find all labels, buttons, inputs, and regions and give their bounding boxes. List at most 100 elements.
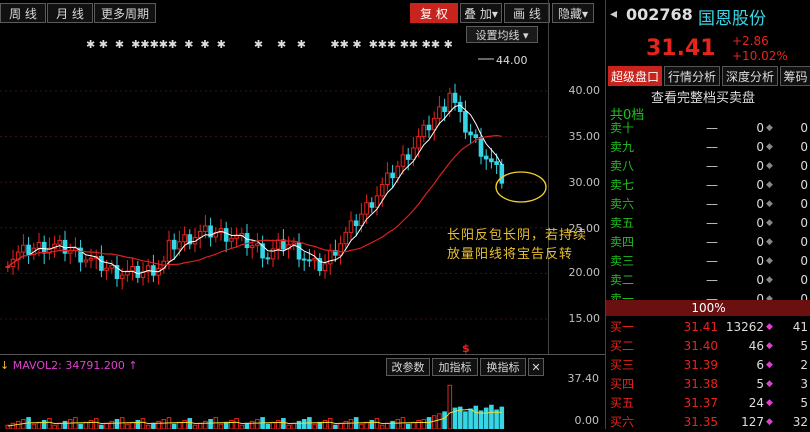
candle-body xyxy=(151,265,156,276)
volume-bar xyxy=(47,418,52,429)
price-tick: 35.00 xyxy=(568,130,601,143)
price-change-pct: +10.02% xyxy=(732,49,788,63)
volume-bar xyxy=(15,420,21,429)
candle-body xyxy=(348,220,354,233)
more-period-button[interactable]: 更多周期 xyxy=(94,3,156,23)
orderbook-extra: 5 xyxy=(800,396,808,410)
candle-body xyxy=(379,183,385,197)
volume-bar xyxy=(62,420,68,429)
add-indicator-button[interactable]: 加指标 xyxy=(432,358,478,376)
volume-bar xyxy=(322,419,328,429)
candle-body xyxy=(405,154,411,160)
volume-bar xyxy=(348,419,354,429)
orderbook-row[interactable]: 卖七 —0 ◆ 0 xyxy=(606,175,810,195)
orderbook-volume: 0 xyxy=(756,140,764,154)
panel-divider xyxy=(0,354,605,355)
volume-bar xyxy=(405,423,411,429)
volume-bar xyxy=(442,411,447,429)
volume-tick: 0.00 xyxy=(574,414,600,427)
orderbook-row[interactable]: 卖九 —0 ◆ 0 xyxy=(606,137,810,157)
volume-bar xyxy=(140,418,146,429)
volume-bar xyxy=(473,405,479,429)
tab-chips[interactable]: 筹码 xyxy=(780,66,810,86)
volume-chart[interactable] xyxy=(0,378,548,429)
orderbook-extra: 0 xyxy=(800,121,808,135)
candle-body xyxy=(265,257,271,260)
orderbook-price: — xyxy=(706,140,718,154)
orderbook-row[interactable]: 买六 31.35 127 ◆ 32 xyxy=(606,412,810,432)
orderbook-row[interactable]: 卖三 —0 ◆ 0 xyxy=(606,251,810,271)
volume-bar xyxy=(223,421,229,429)
volume-bar xyxy=(83,421,89,429)
orderbook-row[interactable]: 卖六 —0 ◆ 0 xyxy=(606,194,810,214)
candle-body xyxy=(166,239,172,262)
draw-line-button[interactable]: 画 线 xyxy=(504,3,550,23)
tab-market-analysis[interactable]: 行情分析 xyxy=(664,66,720,86)
close-icon[interactable]: ✕ xyxy=(528,358,544,376)
candle-body xyxy=(104,267,109,271)
volume-bar xyxy=(265,423,271,429)
orderbook-row[interactable]: 卖四 —0 ◆ 0 xyxy=(606,232,810,252)
orderbook-extra: 0 xyxy=(800,178,808,192)
overlay-button[interactable]: 叠 加▾ xyxy=(460,3,502,23)
month-button[interactable]: 月 线 xyxy=(47,3,93,23)
switch-indicator-button[interactable]: 换指标 xyxy=(480,358,526,376)
volume-bar xyxy=(104,422,109,429)
tab-deep-analysis[interactable]: 深度分析 xyxy=(722,66,778,86)
orderbook-row[interactable]: 买四 31.38 5 ◆ 3 xyxy=(606,374,810,394)
volume-bar xyxy=(99,424,104,429)
volume-bar xyxy=(239,424,245,429)
nav-left-icon[interactable]: ◂ xyxy=(610,6,617,22)
orderbook-volume: 5 xyxy=(756,377,764,391)
orderbook-row[interactable]: 卖十 —0 ◆ 0 xyxy=(606,118,810,138)
orderbook-row[interactable]: 卖八 —0 ◆ 0 xyxy=(606,156,810,176)
orderbook-price: 31.39 xyxy=(683,358,718,372)
tab-super-orderbook[interactable]: 超级盘口 xyxy=(608,66,662,86)
orderbook-row[interactable]: 卖五 —0 ◆ 0 xyxy=(606,213,810,233)
orderbook-row[interactable]: 买五 31.37 24 ◆ 5 xyxy=(606,393,810,413)
orderbook-volume: 0 xyxy=(756,178,764,192)
edit-params-button[interactable]: 改参数 xyxy=(386,358,430,376)
candle-body xyxy=(343,231,349,245)
orderbook-volume: 0 xyxy=(756,121,764,135)
stock-code: 002768 xyxy=(626,5,693,24)
week-button[interactable]: 周 线 xyxy=(0,3,46,23)
orderbook-volume: 13262 xyxy=(725,320,764,334)
candle-body xyxy=(223,228,229,242)
orderbook-row[interactable]: 买一 31.41 13262 ◆ 41 xyxy=(606,317,810,337)
candle-body xyxy=(447,92,453,113)
candle-body xyxy=(171,239,177,250)
candle-body xyxy=(234,235,239,239)
full-orderbook-link[interactable]: 查看完整档买卖盘 xyxy=(651,87,755,106)
orderbook-row[interactable]: 卖二 —0 ◆ 0 xyxy=(606,270,810,290)
candle-body xyxy=(489,158,494,163)
orderbook-extra: 0 xyxy=(800,235,808,249)
candle-body xyxy=(41,241,47,254)
volume-tick: 37.40 xyxy=(567,372,600,385)
orderbook-price: 31.38 xyxy=(683,377,718,391)
orderbook-label: 卖四 xyxy=(610,235,635,249)
orderbook-row[interactable]: 买三 31.39 6 ◆ 2 xyxy=(606,355,810,375)
diamond-icon: ◆ xyxy=(766,379,773,389)
orderbook-volume: 24 xyxy=(748,396,764,410)
orderbook-row[interactable]: 买二 31.40 46 ◆ 5 xyxy=(606,336,810,356)
volume-bar xyxy=(197,422,203,429)
volume-bar xyxy=(208,419,213,429)
orderbook-label: 卖八 xyxy=(610,159,635,173)
volume-bar xyxy=(301,419,307,429)
price-chart[interactable] xyxy=(0,25,548,353)
volume-bar xyxy=(52,424,57,429)
fuquan-button[interactable]: 复 权 xyxy=(410,3,458,23)
candle-body xyxy=(301,258,307,261)
orderbook-price: — xyxy=(706,159,718,173)
volume-bar xyxy=(125,423,130,429)
orderbook-price: — xyxy=(706,121,718,135)
volume-bar xyxy=(411,421,416,429)
volume-bar xyxy=(177,421,182,429)
orderbook-label: 卖二 xyxy=(610,273,635,287)
orderbook-extra: 0 xyxy=(800,140,808,154)
orderbook-extra: 32 xyxy=(792,415,808,429)
volume-bar xyxy=(135,419,141,429)
ma20-line xyxy=(7,134,502,268)
orderbook-extra: 0 xyxy=(800,216,808,230)
